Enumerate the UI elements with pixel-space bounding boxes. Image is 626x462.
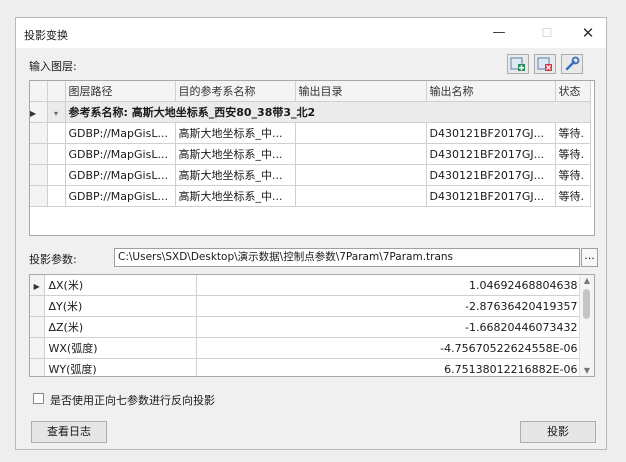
status-cell: 等待. (555, 122, 591, 144)
indent-cell (47, 185, 66, 207)
output-dir-cell[interactable] (295, 185, 427, 207)
current-row-arrow-icon: ▶ (33, 281, 40, 291)
layer-path-cell[interactable]: GDBP://MapGisL... (65, 185, 176, 207)
row-header[interactable]: ▶ (30, 275, 45, 296)
output-dir-cell[interactable] (295, 164, 427, 186)
table-row[interactable]: GDBP://MapGisL... 高斯大地坐标系_中... D430121BF… (30, 185, 591, 207)
param-row[interactable]: ▶ ΔX(米) 1.04692468804638 (30, 275, 583, 296)
row-header[interactable]: ▶ (30, 101, 48, 123)
param-row[interactable]: WY(弧度) 6.75138012216882E-06 (30, 358, 583, 376)
row-header[interactable] (30, 185, 48, 207)
table-row[interactable]: GDBP://MapGisL... 高斯大地坐标系_中... D430121BF… (30, 122, 591, 144)
params-grid[interactable]: ▶ ΔX(米) 1.04692468804638 ΔY(米) -2.876364… (29, 274, 595, 377)
output-dir-cell[interactable] (295, 143, 427, 165)
browse-button[interactable]: ... (581, 248, 598, 267)
title-bar: 投影变换 — ☐ ✕ (16, 18, 606, 48)
row-header[interactable] (30, 164, 48, 186)
minimize-button[interactable]: — (484, 21, 514, 45)
output-name-cell[interactable]: D430121BF2017GJ... (426, 164, 556, 186)
table-row[interactable]: GDBP://MapGisL... 高斯大地坐标系_中... D430121BF… (30, 164, 591, 186)
param-row[interactable]: ΔZ(米) -1.66820446073432 (30, 316, 583, 338)
scroll-thumb[interactable] (583, 289, 590, 319)
param-row[interactable]: ΔY(米) -2.87636420419357 (30, 295, 583, 317)
param-name-cell: WY(弧度) (44, 358, 197, 376)
param-value-cell[interactable]: 6.75138012216882E-06 (196, 358, 583, 376)
row-header[interactable] (30, 143, 48, 165)
layer-path-cell[interactable]: GDBP://MapGisL... (65, 143, 176, 165)
param-row[interactable]: WX(弧度) -4.75670522624558E-06 (30, 337, 583, 359)
row-header[interactable] (30, 358, 45, 376)
param-value-cell[interactable]: -4.75670522624558E-06 (196, 337, 583, 359)
column-header-layer-path[interactable]: 图层路径 (65, 81, 176, 102)
group-row[interactable]: ▶ ▾ 参考系名称: 高斯大地坐标系_西安80_38带3_北2 (30, 101, 591, 123)
add-layer-icon (510, 57, 525, 71)
param-value-cell[interactable]: -1.66820446073432 (196, 316, 583, 338)
table-row[interactable]: GDBP://MapGisL... 高斯大地坐标系_中... D430121BF… (30, 143, 591, 165)
param-name-cell: ΔZ(米) (44, 316, 197, 338)
param-value-cell[interactable]: -2.87636420419357 (196, 295, 583, 317)
maximize-button[interactable]: ☐ (532, 21, 562, 45)
projection-params-label: 投影参数: (29, 253, 77, 266)
reverse-projection-label[interactable]: 是否使用正向七参数进行反向投影 (50, 392, 215, 408)
param-name-cell: ΔX(米) (44, 275, 197, 296)
param-name-cell: ΔY(米) (44, 295, 197, 317)
projection-params-row: 投影参数: C:\Users\SXD\Desktop\演示数据\控制点参数\7P… (29, 248, 598, 268)
row-header[interactable] (30, 295, 45, 317)
target-ref-cell[interactable]: 高斯大地坐标系_中... (175, 122, 296, 144)
indent-cell (47, 143, 66, 165)
window-title: 投影变换 (24, 29, 68, 42)
output-name-cell[interactable]: D430121BF2017GJ... (426, 143, 556, 165)
input-layers-grid[interactable]: 图层路径 目的参考系名称 输出目录 输出名称 状态 ▶ ▾ 参考系名称: 高斯大… (29, 80, 595, 236)
params-vertical-scrollbar[interactable]: ▲ ▼ (579, 275, 594, 376)
header-row: 图层路径 目的参考系名称 输出目录 输出名称 状态 (30, 81, 591, 102)
view-log-button[interactable]: 查看日志 (31, 421, 107, 443)
param-name-cell: WX(弧度) (44, 337, 197, 359)
projection-transform-dialog: 投影变换 — ☐ ✕ 输入图层: 图层路径 目的参考系名称 输出目录 输出名称 … (15, 17, 607, 450)
column-header-status[interactable]: 状态 (555, 81, 591, 102)
row-header[interactable] (30, 316, 45, 338)
reverse-projection-checkbox[interactable] (33, 393, 44, 404)
indent-cell (47, 164, 66, 186)
column-header-target-ref[interactable]: 目的参考系名称 (175, 81, 296, 102)
row-header[interactable] (30, 337, 45, 359)
remove-layer-icon (537, 57, 552, 71)
params-table: ▶ ΔX(米) 1.04692468804638 ΔY(米) -2.876364… (30, 275, 583, 376)
layer-path-cell[interactable]: GDBP://MapGisL... (65, 164, 176, 186)
add-layer-button[interactable] (507, 54, 529, 74)
header-spacer (47, 81, 66, 102)
target-ref-cell[interactable]: 高斯大地坐标系_中... (175, 164, 296, 186)
settings-tool-button[interactable] (561, 54, 583, 74)
remove-layer-button[interactable] (534, 54, 556, 74)
status-cell: 等待. (555, 185, 591, 207)
project-button[interactable]: 投影 (520, 421, 596, 443)
header-corner (30, 81, 48, 102)
column-header-output-name[interactable]: 输出名称 (426, 81, 556, 102)
scroll-up-arrow-icon[interactable]: ▲ (580, 276, 594, 285)
status-cell: 等待. (555, 143, 591, 165)
collapse-chevron-icon: ▾ (53, 108, 58, 118)
target-ref-cell[interactable]: 高斯大地坐标系_中... (175, 185, 296, 207)
input-layers-label: 输入图层: (29, 60, 77, 73)
param-value-cell[interactable]: 1.04692468804638 (196, 275, 583, 296)
group-collapse-toggle[interactable]: ▾ (47, 101, 66, 123)
params-file-path-input[interactable]: C:\Users\SXD\Desktop\演示数据\控制点参数\7Param\7… (114, 248, 580, 267)
target-ref-cell[interactable]: 高斯大地坐标系_中... (175, 143, 296, 165)
status-cell: 等待. (555, 164, 591, 186)
output-name-cell[interactable]: D430121BF2017GJ... (426, 185, 556, 207)
row-header[interactable] (30, 122, 48, 144)
output-name-cell[interactable]: D430121BF2017GJ... (426, 122, 556, 144)
indent-cell (47, 122, 66, 144)
wrench-icon (565, 56, 580, 71)
column-header-output-dir[interactable]: 输出目录 (295, 81, 427, 102)
layer-path-cell[interactable]: GDBP://MapGisL... (65, 122, 176, 144)
group-label: 参考系名称: 高斯大地坐标系_西安80_38带3_北2 (65, 101, 591, 123)
output-dir-cell[interactable] (295, 122, 427, 144)
close-button[interactable]: ✕ (573, 21, 603, 45)
current-row-arrow-icon: ▶ (30, 108, 37, 118)
input-layers-table: 图层路径 目的参考系名称 输出目录 输出名称 状态 ▶ ▾ 参考系名称: 高斯大… (30, 81, 591, 207)
scroll-down-arrow-icon[interactable]: ▼ (580, 366, 594, 375)
